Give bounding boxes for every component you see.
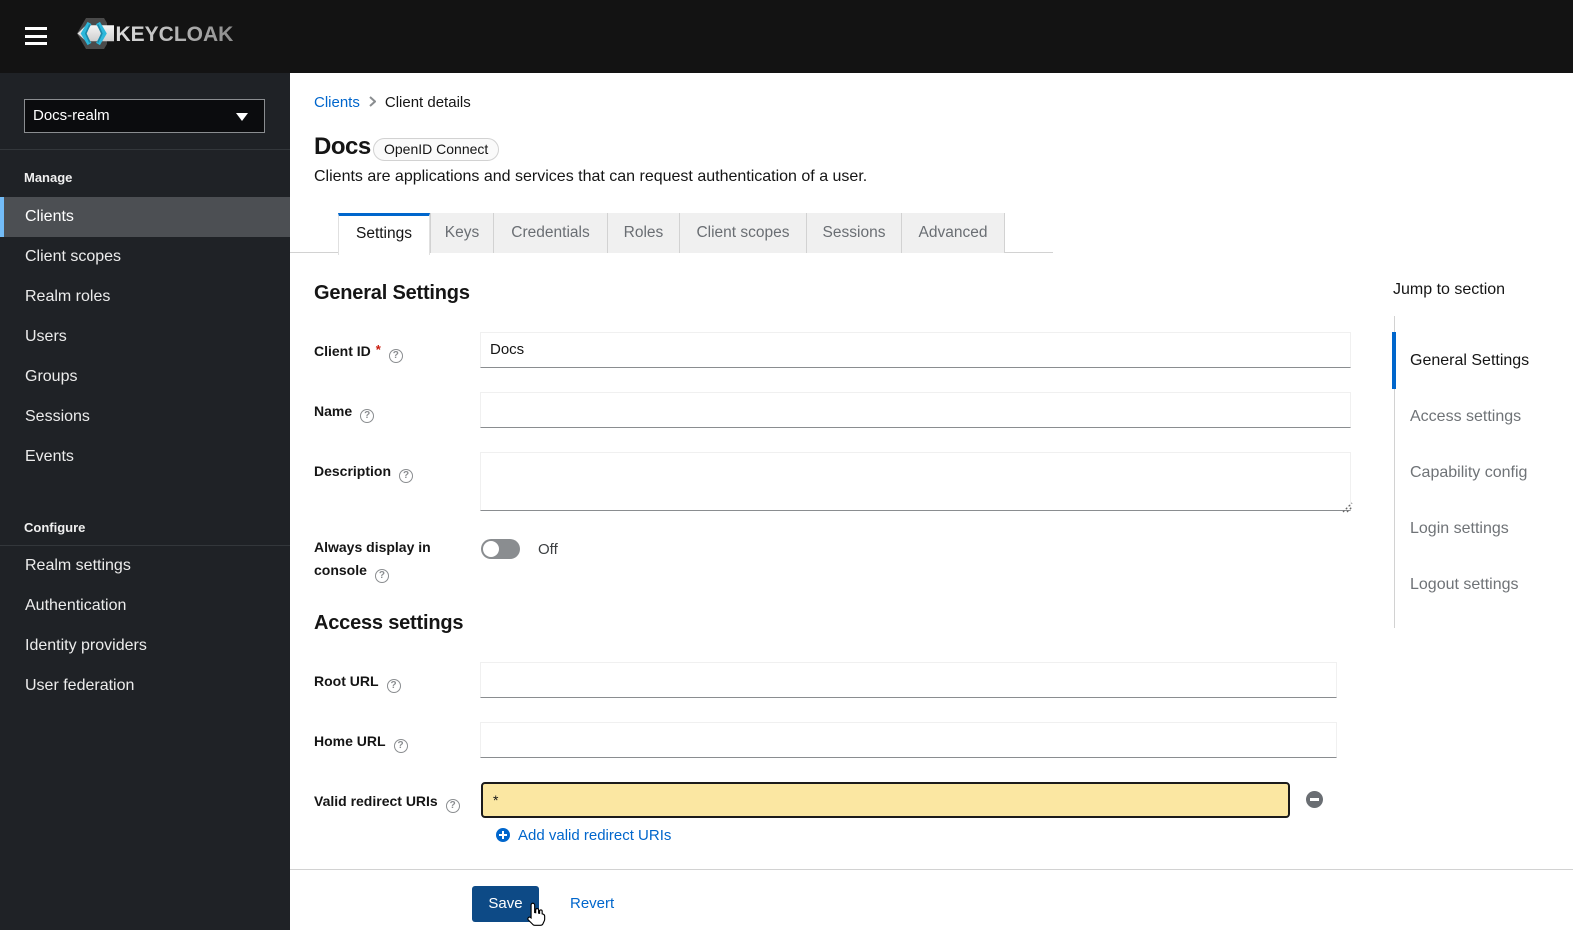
svg-text:KEYCLOAK: KEYCLOAK (116, 23, 234, 46)
